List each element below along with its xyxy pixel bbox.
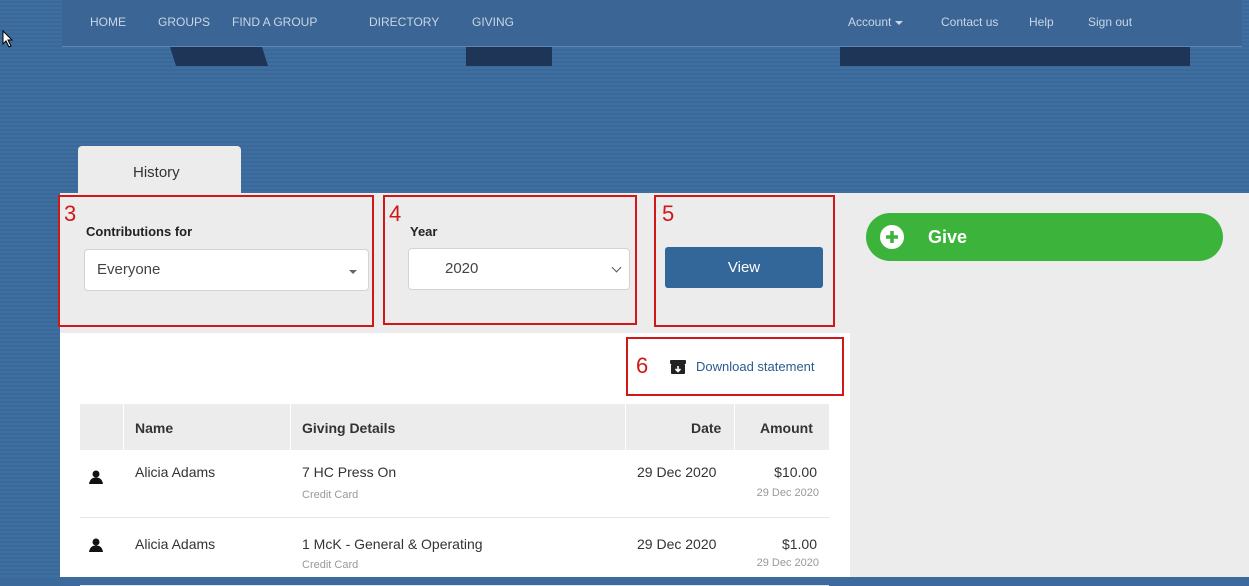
giving-detail: 1 McK - General & Operating: [302, 536, 483, 552]
give-button[interactable]: Give: [866, 213, 1223, 261]
header-dark-shape-2: [466, 47, 552, 66]
giving-amount: $10.00: [774, 464, 817, 480]
annotation-box-5: [654, 195, 835, 327]
annotation-number-6: 6: [636, 353, 649, 378]
person-icon: [89, 538, 103, 552]
donor-name: Alicia Adams: [135, 464, 216, 480]
tab-history-label: History: [133, 164, 180, 181]
payment-method: Credit Card: [302, 489, 359, 501]
donor-name: Alicia Adams: [135, 536, 216, 552]
table-row[interactable]: Alicia Adams 1 McK - General & Operating…: [80, 518, 829, 586]
giving-date: 29 Dec 2020: [637, 536, 717, 552]
nav-find-a-group[interactable]: FIND A GROUP: [232, 15, 317, 29]
column-divider: [625, 404, 626, 450]
nav-contact-us[interactable]: Contact us: [941, 15, 998, 29]
column-divider: [123, 404, 124, 450]
annotation-box-3: [58, 195, 374, 327]
nav-groups[interactable]: GROUPS: [158, 15, 210, 29]
column-header-name[interactable]: Name: [135, 420, 173, 436]
annotation-number-5: 5: [662, 201, 675, 226]
amount-date: 29 Dec 2020: [756, 487, 819, 499]
nav-account-menu[interactable]: Account: [848, 15, 903, 29]
nav-sign-out[interactable]: Sign out: [1088, 15, 1132, 29]
amount-date: 29 Dec 2020: [756, 557, 819, 569]
table-row[interactable]: Alicia Adams 7 HC Press On Credit Card 2…: [80, 450, 829, 518]
person-icon: [89, 470, 103, 484]
column-header-giving-details[interactable]: Giving Details: [302, 420, 395, 436]
header-dark-shape-1: [170, 47, 268, 66]
header-dark-shape-3: [840, 47, 1190, 66]
nav-home[interactable]: HOME: [90, 15, 126, 29]
payment-method: Credit Card: [302, 559, 359, 571]
column-divider: [734, 404, 735, 450]
giving-detail: 7 HC Press On: [302, 464, 397, 480]
column-header-date[interactable]: Date: [691, 420, 721, 436]
annotation-number-3: 3: [64, 201, 77, 226]
tab-history[interactable]: History: [78, 146, 241, 194]
nav-help[interactable]: Help: [1029, 15, 1054, 29]
archive-download-icon: [670, 360, 686, 374]
giving-amount: $1.00: [781, 536, 817, 552]
annotation-number-4: 4: [389, 201, 402, 226]
give-button-label: Give: [928, 227, 968, 247]
mouse-cursor-icon: [2, 30, 14, 48]
annotation-box-4: [383, 195, 637, 325]
plus-circle-icon: [880, 225, 904, 249]
column-header-amount[interactable]: Amount: [760, 420, 813, 436]
table-header: Name Giving Details Date Amount: [80, 404, 829, 450]
giving-date: 29 Dec 2020: [637, 464, 717, 480]
nav-directory[interactable]: DIRECTORY: [369, 15, 439, 29]
nav-giving[interactable]: GIVING: [472, 15, 514, 29]
top-navbar: HOME GROUPS FIND A GROUP DIRECTORY GIVIN…: [62, 0, 1242, 47]
column-divider: [290, 404, 291, 450]
download-statement-link[interactable]: Download statement: [696, 359, 815, 374]
